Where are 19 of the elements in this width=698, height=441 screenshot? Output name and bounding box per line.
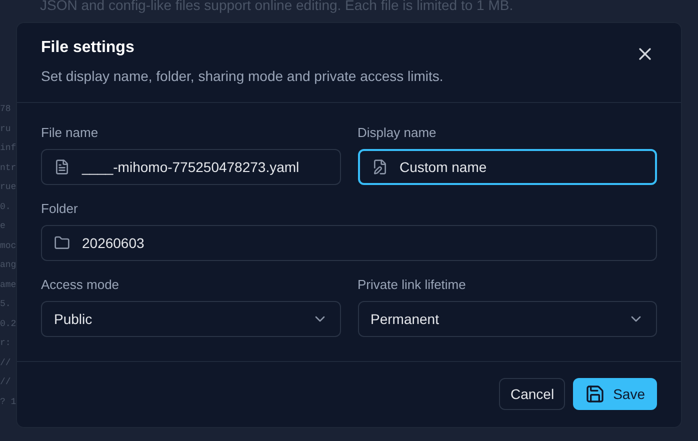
field-label: File name [41, 125, 100, 141]
input-field[interactable]: ____-mihomo-775250478273.yaml [41, 149, 340, 185]
field-label: Access mode [41, 277, 120, 293]
select-field[interactable]: Permanent [358, 301, 657, 337]
field-label: Folder [41, 201, 79, 217]
field-label: Display name [358, 125, 438, 141]
dialog-title: File settings [41, 38, 136, 58]
document-pen-icon [372, 159, 388, 175]
folder-icon [54, 235, 70, 251]
code-fragment: // [0, 376, 12, 389]
save-button[interactable]: Save [573, 378, 657, 410]
input-field[interactable]: 20260603 [41, 225, 657, 261]
select-field[interactable]: Public [41, 301, 340, 337]
dialog-subtitle: Set display name, folder, sharing mode and private access limits. [41, 67, 444, 86]
code-fragment: // [0, 356, 12, 370]
input-field[interactable]: Custom name [358, 149, 657, 185]
field-label: Private link lifetime [358, 277, 467, 293]
cancel-button[interactable]: Cancel [499, 378, 566, 410]
document-icon [54, 159, 70, 175]
